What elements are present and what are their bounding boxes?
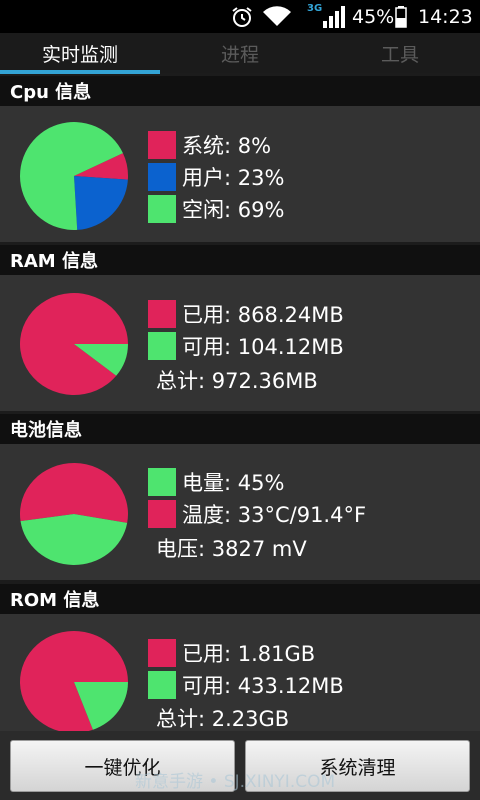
ram-section-header: RAM 信息 (0, 245, 480, 275)
idle-swatch (148, 195, 176, 223)
rom-available-swatch (148, 671, 176, 699)
cpu-idle-label: 空闲: 69% (182, 198, 285, 222)
tab-bar: 实时监测 进程 工具 (0, 33, 480, 74)
battery-icon (395, 0, 407, 33)
cpu-legend-system: 系统: 8% (148, 130, 271, 160)
rom-section-header: ROM 信息 (0, 584, 480, 614)
tab-tools[interactable]: 工具 (320, 33, 480, 73)
cpu-legend-idle: 空闲: 69% (148, 194, 284, 224)
ram-legend-available: 可用: 104.12MB (148, 331, 344, 361)
system-swatch (148, 131, 176, 159)
battery-pie-chart (19, 463, 128, 565)
ram-total: 总计: 972.36MB (156, 369, 318, 393)
ram-available-label: 可用: 104.12MB (182, 335, 344, 359)
cpu-system-label: 系统: 8% (182, 134, 272, 158)
cpu-user-label: 用户: 23% (182, 166, 285, 190)
user-swatch (148, 163, 176, 191)
battery-temperature-label: 温度: 33°C/91.4°F (182, 503, 367, 527)
rom-used-swatch (148, 639, 176, 667)
rom-pie-chart (19, 631, 129, 733)
battery-percent: 45% (352, 5, 395, 28)
signal-icon (322, 0, 346, 33)
temperature-swatch (148, 500, 176, 528)
rom-legend-used: 已用: 1.81GB (148, 638, 315, 668)
ram-used-label: 已用: 868.24MB (182, 303, 344, 327)
ram-pie-chart (19, 293, 128, 396)
battery-section-header: 电池信息 (0, 414, 480, 444)
battery-legend-level: 电量: 45% (148, 467, 284, 497)
status-bar: 3G 45% 14:23 (0, 0, 480, 33)
tab-processes[interactable]: 进程 (160, 33, 320, 73)
level-swatch (148, 468, 176, 496)
clock: 14:23 (418, 5, 473, 28)
available-swatch (148, 332, 176, 360)
battery-level-label: 电量: 45% (182, 471, 285, 495)
ram-legend-used: 已用: 868.24MB (148, 299, 344, 329)
pie-bat-slice-1 (20, 514, 128, 565)
watermark: 新意手游 • SJ.XINYI.COM (135, 772, 336, 792)
network-type: 3G (307, 3, 323, 14)
rom-available-label: 可用: 433.12MB (182, 674, 344, 698)
rom-total: 总计: 2.23GB (156, 707, 290, 731)
battery-legend-temperature: 温度: 33°C/91.4°F (148, 499, 366, 529)
tab-realtime-monitor[interactable]: 实时监测 (0, 33, 160, 73)
cpu-section-header: Cpu 信息 (0, 76, 480, 106)
used-swatch (148, 300, 176, 328)
cpu-legend-user: 用户: 23% (148, 162, 284, 192)
battery-voltage: 电压: 3827 mV (156, 537, 307, 561)
pie-cpu-slice-1 (74, 176, 128, 230)
wifi-icon (262, 0, 292, 33)
cpu-pie-chart (19, 122, 128, 230)
active-tab-indicator (0, 70, 160, 74)
pie-bat-slice-0 (19, 463, 128, 523)
alarm-icon (230, 0, 254, 33)
rom-legend-available: 可用: 433.12MB (148, 670, 344, 700)
rom-used-label: 已用: 1.81GB (182, 642, 316, 666)
